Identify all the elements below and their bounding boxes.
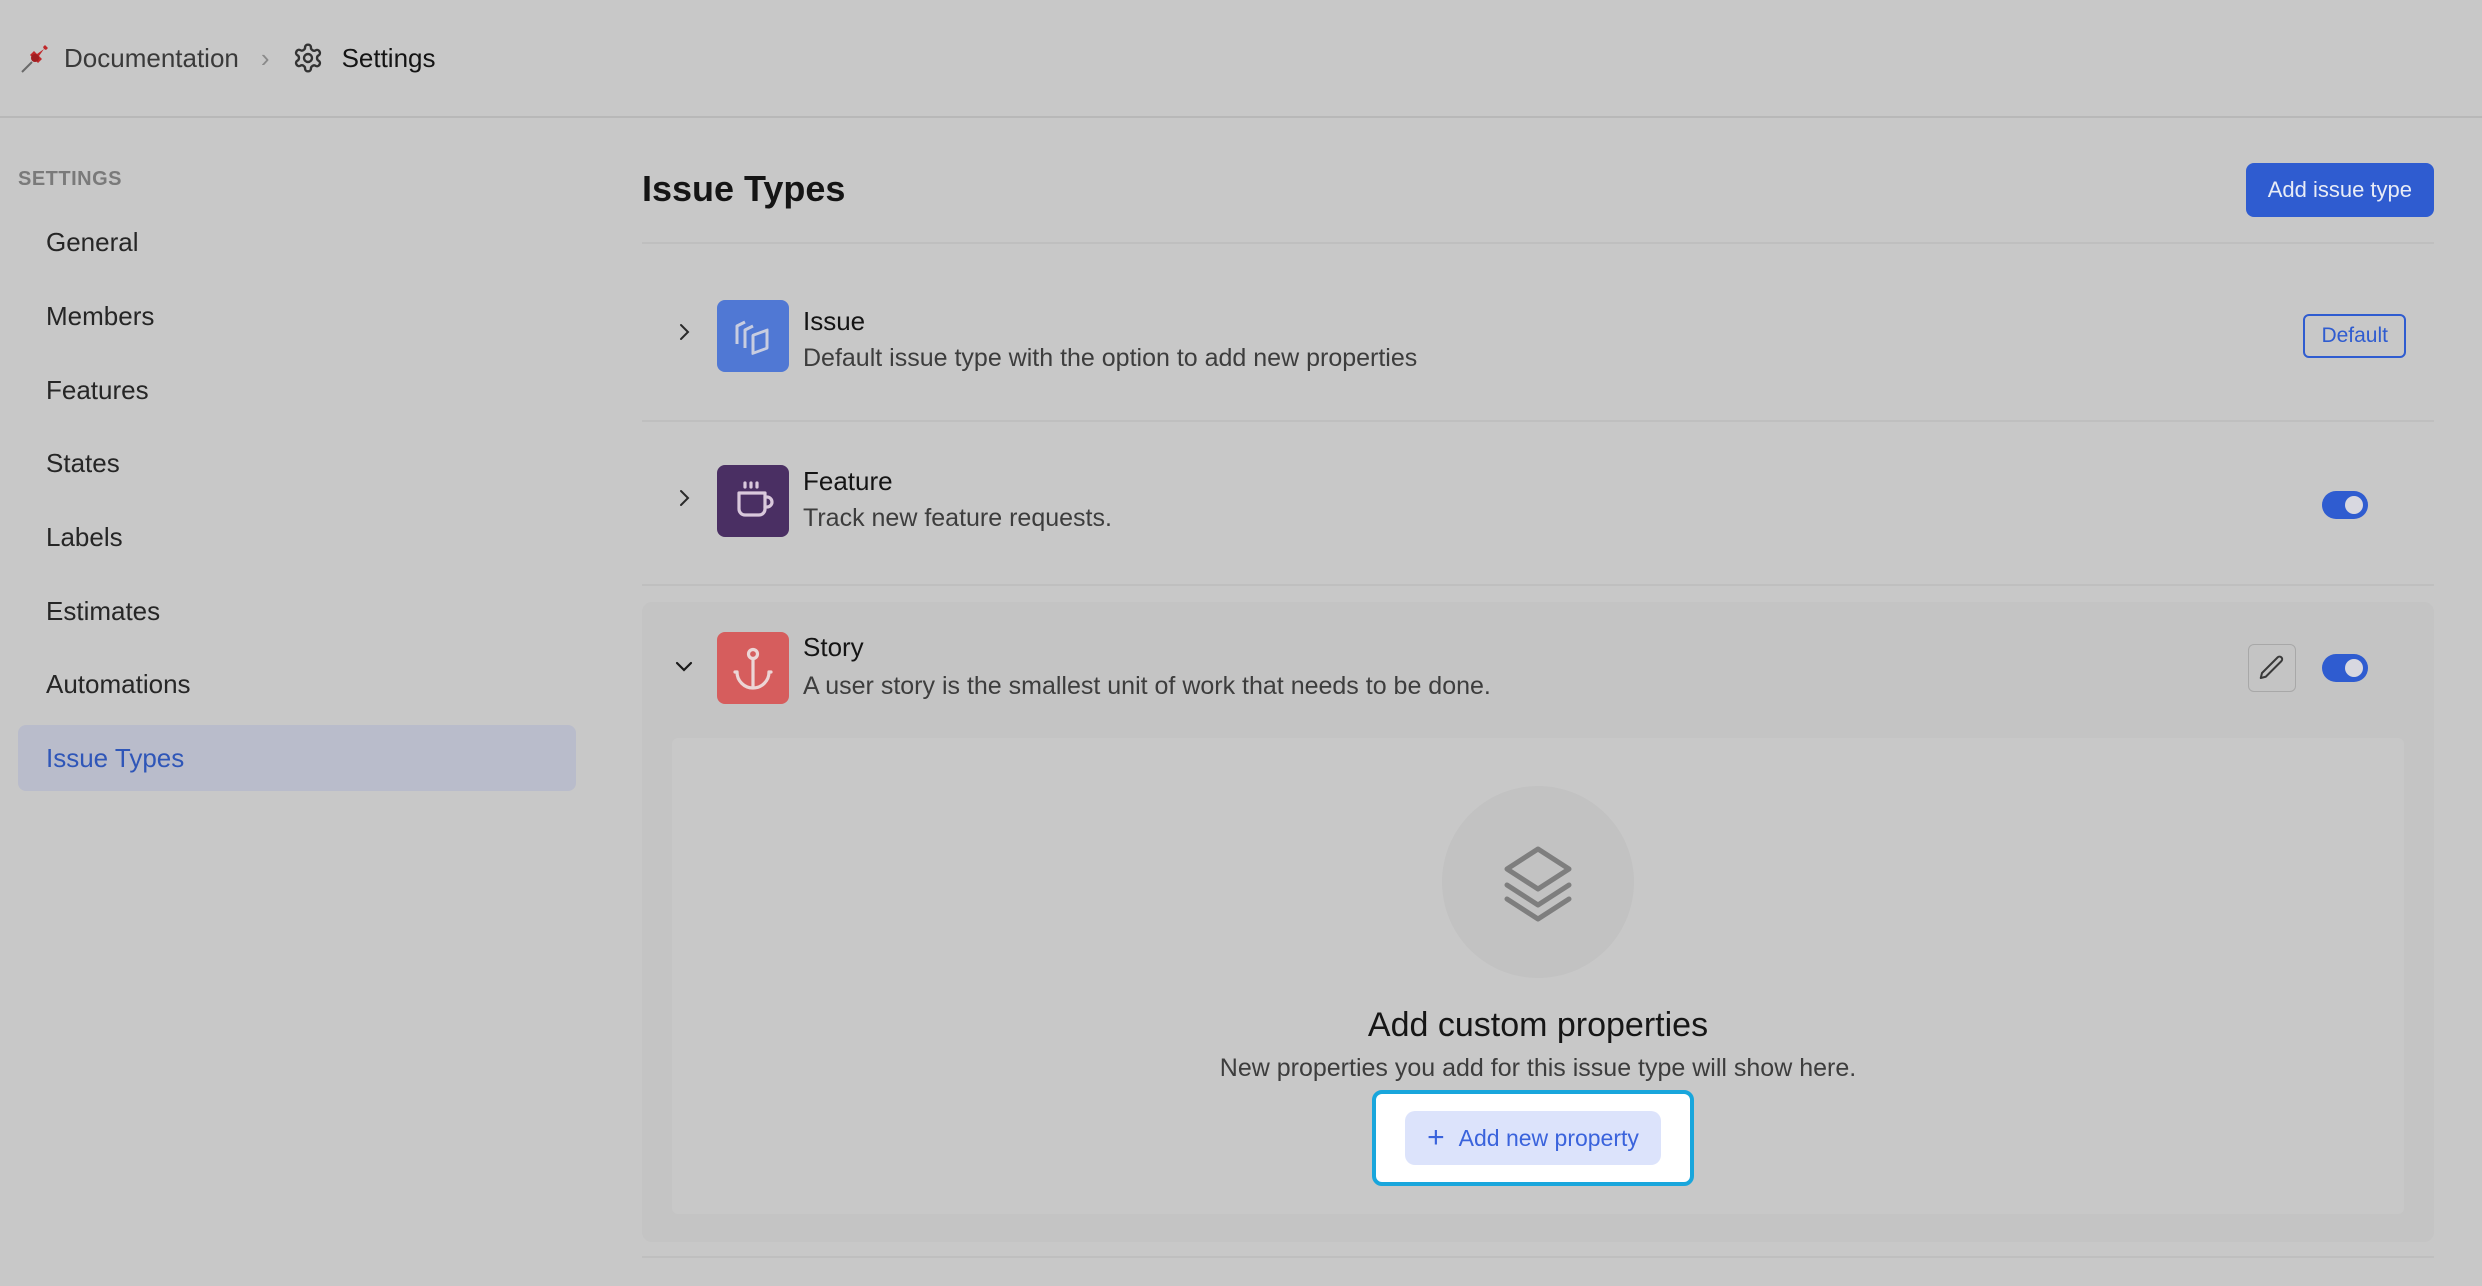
issue-type-row-issue[interactable]: Issue Default issue type with the option…: [642, 244, 2434, 420]
sidebar-item-label: Labels: [46, 521, 123, 552]
sidebar-item-labels[interactable]: Labels: [18, 504, 576, 570]
enable-toggle[interactable]: [2322, 491, 2368, 519]
issue-type-description: A user story is the smallest unit of wor…: [803, 672, 1491, 700]
add-new-property-button[interactable]: + Add new property: [1405, 1111, 1661, 1165]
edit-button[interactable]: [2248, 644, 2296, 692]
issue-type-row-feature[interactable]: Feature Track new feature requests.: [642, 422, 2434, 586]
issue-type-description: Track new feature requests.: [803, 504, 1112, 532]
sidebar-item-label: Members: [46, 300, 155, 331]
issue-type-name: Feature: [803, 466, 893, 496]
issue-type-row-story: Story A user story is the smallest unit …: [642, 602, 2434, 1242]
pencil-icon: [2259, 655, 2284, 679]
sidebar-item-label: Estimates: [46, 595, 161, 626]
add-issue-type-button[interactable]: Add issue type: [2245, 163, 2434, 217]
issue-type-description: Default issue type with the option to ad…: [803, 344, 1418, 372]
sidebar-item-states[interactable]: States: [18, 430, 576, 496]
issue-type-name: Issue: [803, 306, 866, 336]
enable-toggle[interactable]: [2322, 654, 2368, 682]
chevron-right-icon[interactable]: [672, 320, 696, 344]
custom-properties-empty-state: Add custom properties New properties you…: [672, 738, 2404, 1214]
anchor-icon: [717, 632, 789, 704]
sidebar-item-estimates[interactable]: Estimates: [18, 578, 576, 644]
sidebar-item-features[interactable]: Features: [18, 357, 576, 423]
empty-state-title: Add custom properties: [1367, 1006, 1709, 1044]
layers-stack-icon: [717, 300, 789, 372]
issue-type-name: Story: [803, 632, 864, 662]
layers-icon: [1442, 786, 1634, 978]
breadcrumb-separator: ›: [260, 42, 270, 73]
focus-highlight: + Add new property: [1372, 1090, 1694, 1186]
sidebar-item-label: Automations: [46, 668, 191, 699]
sidebar-heading: SETTINGS: [18, 168, 123, 190]
sidebar-item-label: Features: [46, 374, 149, 405]
pushpin-icon: [21, 45, 48, 73]
sidebar-item-general[interactable]: General: [18, 209, 576, 275]
breadcrumb-project[interactable]: Documentation: [64, 43, 239, 74]
divider: [642, 1256, 2434, 1258]
page-title: Issue Types: [642, 168, 846, 209]
coffee-cup-icon: [717, 465, 789, 537]
top-bar: Documentation › Settings: [0, 0, 2482, 118]
divider: [642, 584, 2434, 586]
breadcrumb-current: Settings: [341, 42, 436, 73]
breadcrumb: Documentation › Settings: [18, 41, 436, 75]
gear-icon: [294, 43, 321, 73]
sidebar-item-members[interactable]: Members: [18, 283, 576, 349]
sidebar-item-label: Issue Types: [46, 742, 185, 773]
sidebar-item-label: States: [46, 447, 120, 478]
add-new-property-label: Add new property: [1458, 1124, 1639, 1151]
default-badge: Default: [2303, 314, 2406, 358]
sidebar-item-issue-types[interactable]: Issue Types: [18, 725, 576, 791]
sidebar-item-automations[interactable]: Automations: [18, 651, 576, 717]
sidebar-item-label: General: [46, 226, 139, 257]
chevron-down-icon[interactable]: [672, 654, 696, 678]
plus-icon: +: [1427, 1121, 1445, 1154]
empty-state-subtitle: New properties you add for this issue ty…: [1219, 1054, 1857, 1082]
chevron-right-icon[interactable]: [672, 486, 696, 510]
